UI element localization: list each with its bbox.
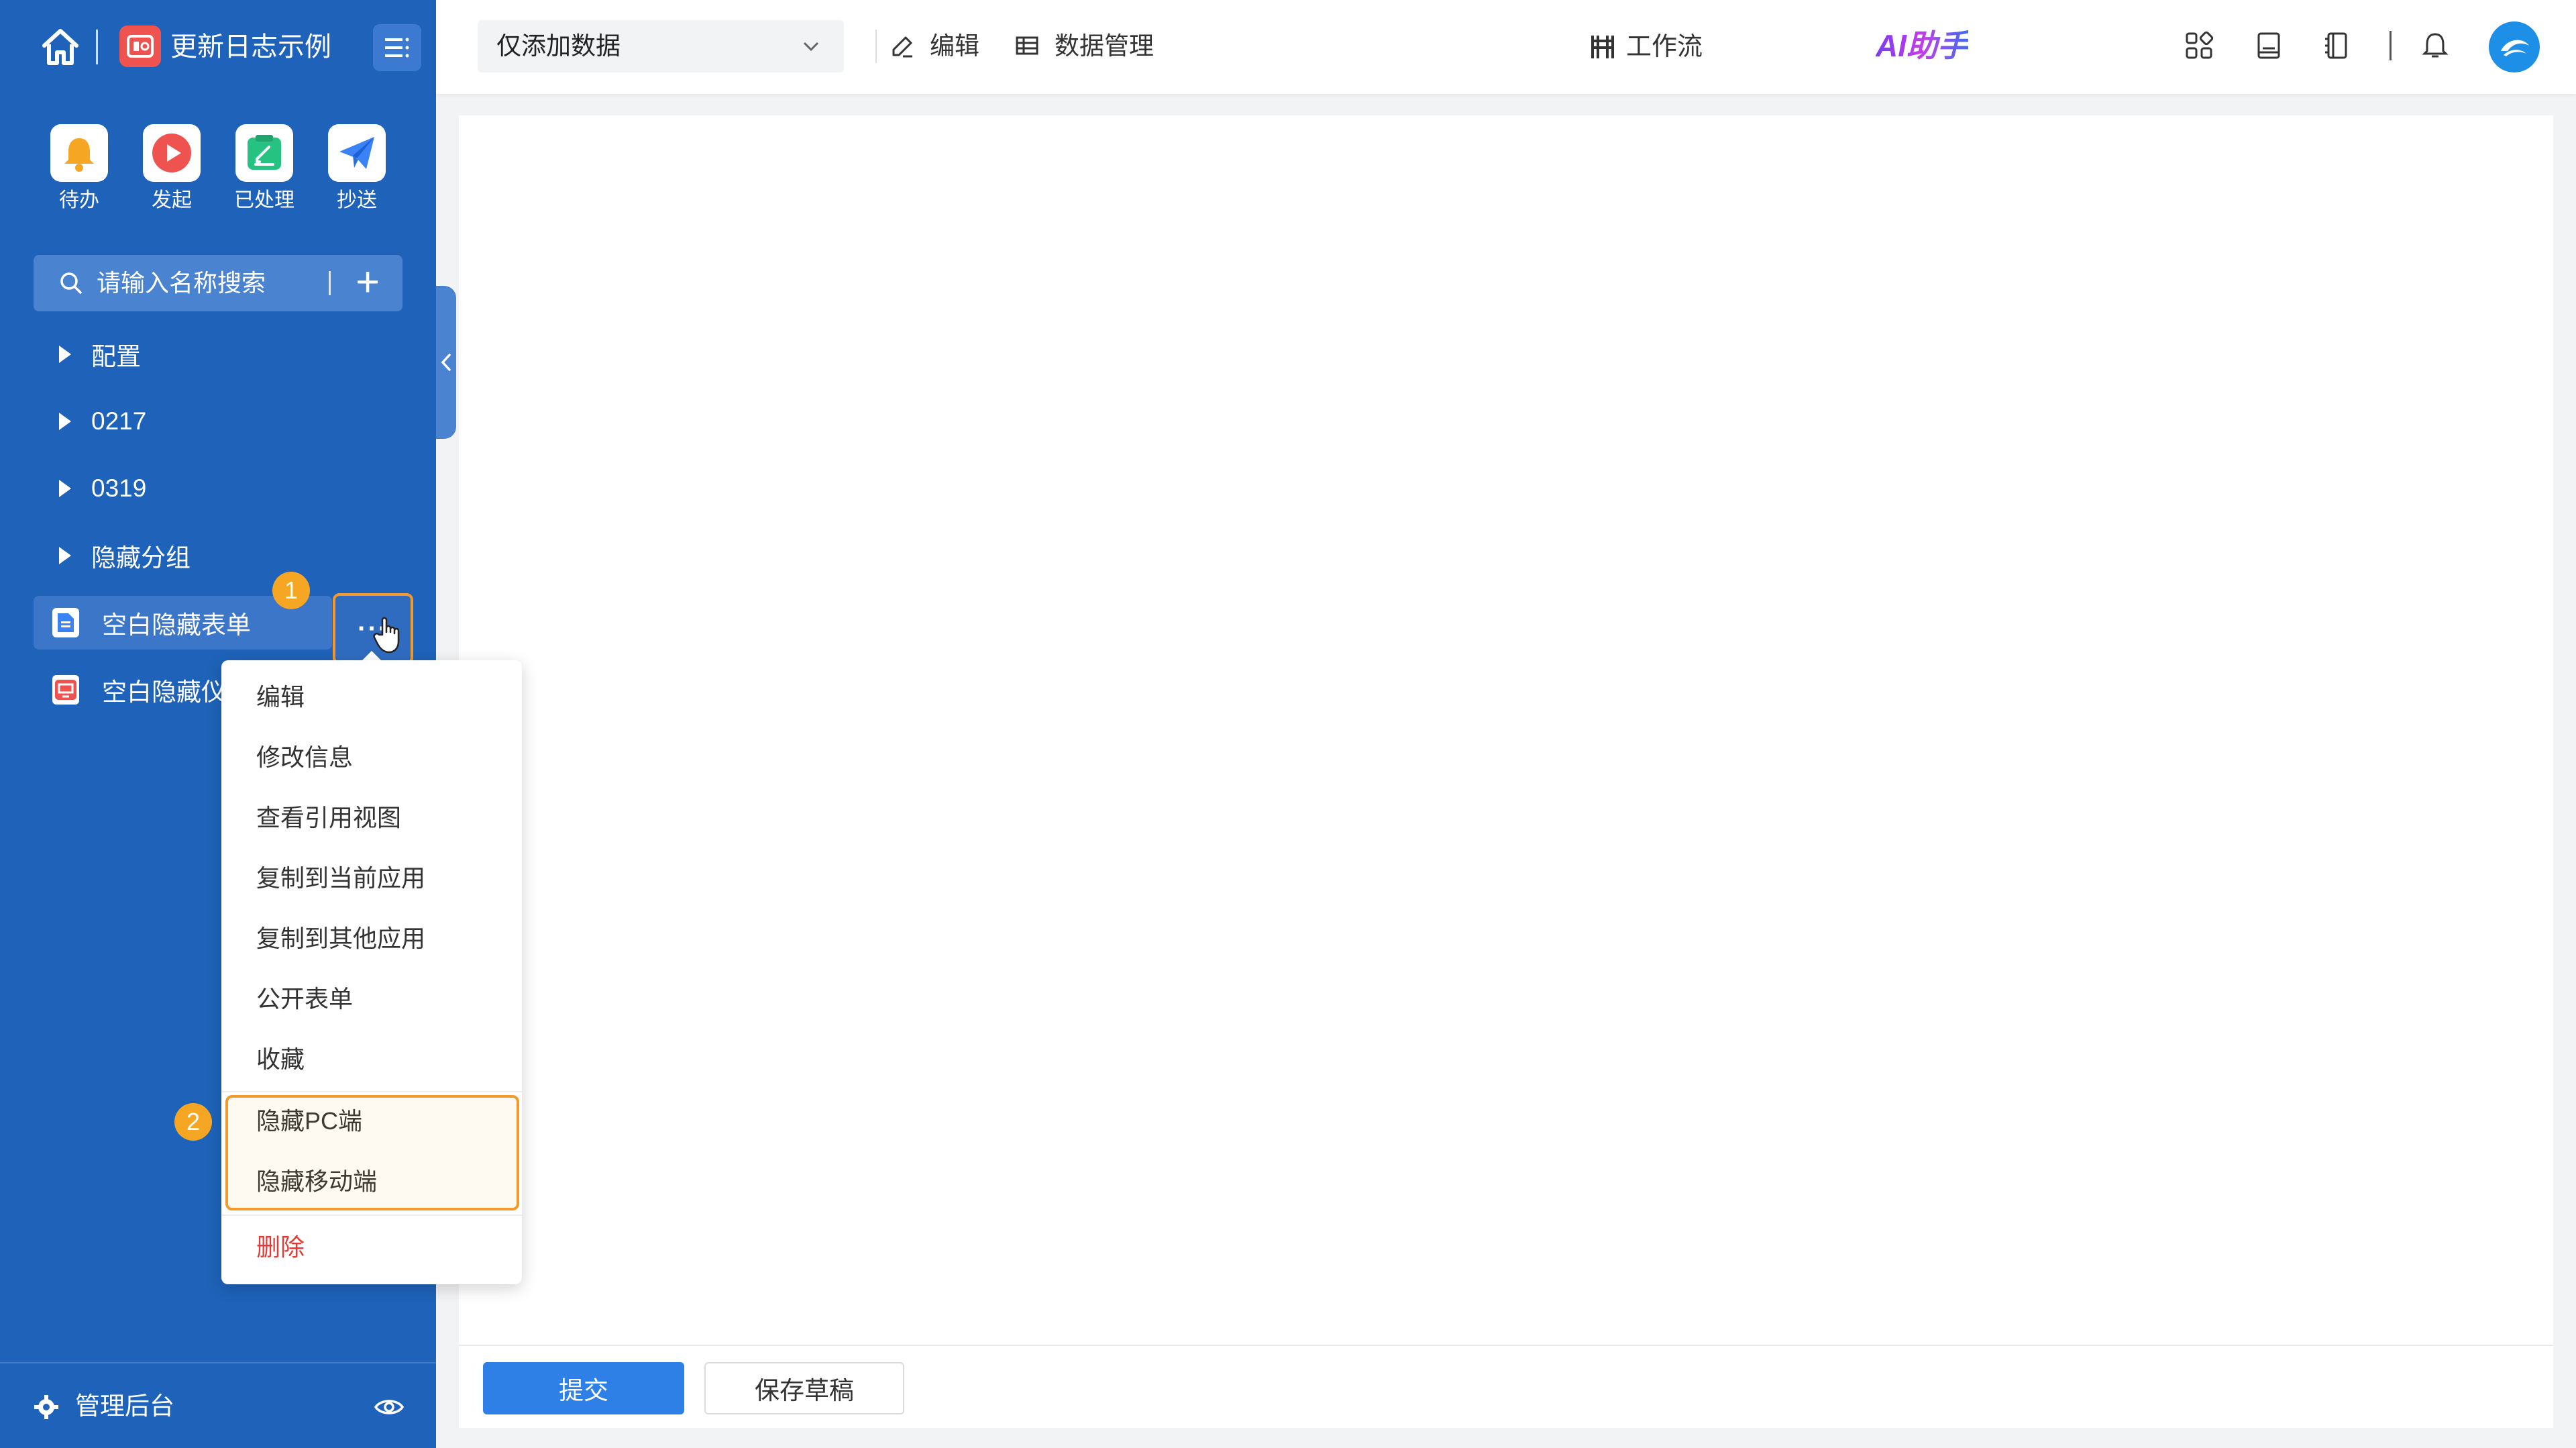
- submit-mode-select[interactable]: 仅添加数据: [478, 20, 844, 72]
- tree-group-label: 配置: [91, 343, 141, 370]
- tree-item-label: 空白隐藏表单: [102, 611, 251, 639]
- eye-icon[interactable]: [374, 1397, 404, 1417]
- app-logo-icon: [119, 25, 161, 67]
- table-icon: [1016, 36, 1038, 55]
- admin-link[interactable]: 管理后台: [75, 1390, 174, 1423]
- menu-item-copy-other-app[interactable]: 复制到其他应用: [221, 909, 522, 969]
- submit-button[interactable]: 提交: [483, 1362, 684, 1414]
- quick-action-cc[interactable]: 抄送: [323, 124, 390, 215]
- tree-group-label: 0319: [91, 474, 147, 502]
- app-title: 更新日志示例: [170, 32, 331, 62]
- form-canvas: [459, 115, 2553, 1428]
- menu-item-public-form[interactable]: 公开表单: [221, 969, 522, 1029]
- caret-right-icon: [59, 413, 71, 430]
- bell-icon[interactable]: [2420, 31, 2450, 60]
- save-draft-button[interactable]: 保存草稿: [704, 1362, 904, 1414]
- footer-divider: [459, 1345, 2553, 1346]
- chevron-left-icon: [441, 354, 451, 371]
- chevron-down-icon: [803, 42, 819, 52]
- tree-group-label: 隐藏分组: [91, 544, 191, 572]
- menu-item-view-references[interactable]: 查看引用视图: [221, 788, 522, 848]
- menu-item-modify-info[interactable]: 修改信息: [221, 727, 522, 788]
- bell-icon: [50, 124, 108, 182]
- quick-action-todo[interactable]: 待办: [46, 124, 113, 215]
- toolbar-divider: [2390, 31, 2392, 60]
- quick-action-label: 抄送: [337, 189, 377, 211]
- book-icon[interactable]: [2254, 31, 2284, 60]
- tree-group-0217[interactable]: 0217: [34, 395, 409, 448]
- play-icon: [143, 124, 201, 182]
- menu-toggle-button[interactable]: [373, 24, 421, 71]
- tree-group-hidden[interactable]: 隐藏分组: [34, 529, 409, 582]
- sidebar-collapse-button[interactable]: [436, 286, 456, 439]
- top-toolbar: 仅添加数据 编辑 数据管理 AI助手 工作流: [436, 0, 2576, 94]
- dashboard-icon: [52, 675, 79, 705]
- done-icon: [235, 124, 293, 182]
- menu-item-edit[interactable]: 编辑: [221, 667, 522, 727]
- data-manage-label: 数据管理: [1055, 32, 1154, 60]
- notebook-icon[interactable]: [2322, 31, 2352, 60]
- select-value: 仅添加数据: [496, 32, 621, 60]
- caret-right-icon: [59, 480, 71, 497]
- tree-group-0319[interactable]: 0319: [34, 462, 409, 515]
- caret-right-icon: [59, 547, 71, 564]
- home-icon[interactable]: [39, 25, 82, 68]
- menu-divider: [221, 1214, 522, 1216]
- search-input[interactable]: 请输入名称搜索: [97, 267, 266, 299]
- ai-assistant-button[interactable]: AI助手: [1876, 25, 1968, 66]
- annotation-badge-1: 1: [272, 572, 310, 609]
- menu-item-delete[interactable]: 删除: [221, 1217, 522, 1278]
- quick-action-done[interactable]: 已处理: [231, 124, 298, 215]
- quick-action-label: 待办: [59, 189, 99, 211]
- workflow-icon: [1591, 36, 1614, 58]
- user-avatar[interactable]: [2489, 21, 2540, 72]
- send-icon: [328, 124, 386, 182]
- sidebar-footer: 管理后台: [0, 1362, 436, 1448]
- quick-action-label: 已处理: [234, 189, 294, 211]
- search-icon: [60, 272, 82, 294]
- hand-cursor-icon: [373, 617, 400, 654]
- menu-item-copy-current-app[interactable]: 复制到当前应用: [221, 848, 522, 909]
- menu-icon: [385, 38, 409, 58]
- edit-button[interactable]: 编辑: [890, 30, 979, 63]
- tree-group-config[interactable]: 配置: [34, 327, 409, 381]
- quick-action-label: 发起: [152, 189, 192, 211]
- workflow-button[interactable]: 工作流: [1589, 28, 1703, 66]
- add-icon[interactable]: +: [356, 259, 380, 306]
- menu-item-favorite[interactable]: 收藏: [221, 1029, 522, 1090]
- data-manage-button[interactable]: 数据管理: [1014, 30, 1154, 63]
- pencil-icon: [892, 36, 912, 58]
- caret-right-icon: [59, 346, 71, 363]
- hide-options-highlight: [225, 1095, 519, 1210]
- search-divider: [329, 271, 331, 295]
- quick-action-start[interactable]: 发起: [138, 124, 205, 215]
- header-divider: [96, 30, 98, 64]
- workflow-label: 工作流: [1626, 33, 1703, 61]
- form-doc-icon: [52, 608, 79, 637]
- sidebar-header: 更新日志示例: [0, 0, 436, 94]
- apps-grid-icon[interactable]: [2184, 31, 2214, 60]
- edit-label: 编辑: [930, 32, 979, 60]
- gear-icon: [34, 1395, 58, 1419]
- tree-group-label: 0217: [91, 407, 147, 435]
- annotation-badge-2: 2: [174, 1103, 212, 1141]
- avatar-logo-icon: [2497, 30, 2532, 64]
- sidebar-search[interactable]: 请输入名称搜索 +: [34, 255, 402, 311]
- toolbar-divider: [875, 30, 877, 63]
